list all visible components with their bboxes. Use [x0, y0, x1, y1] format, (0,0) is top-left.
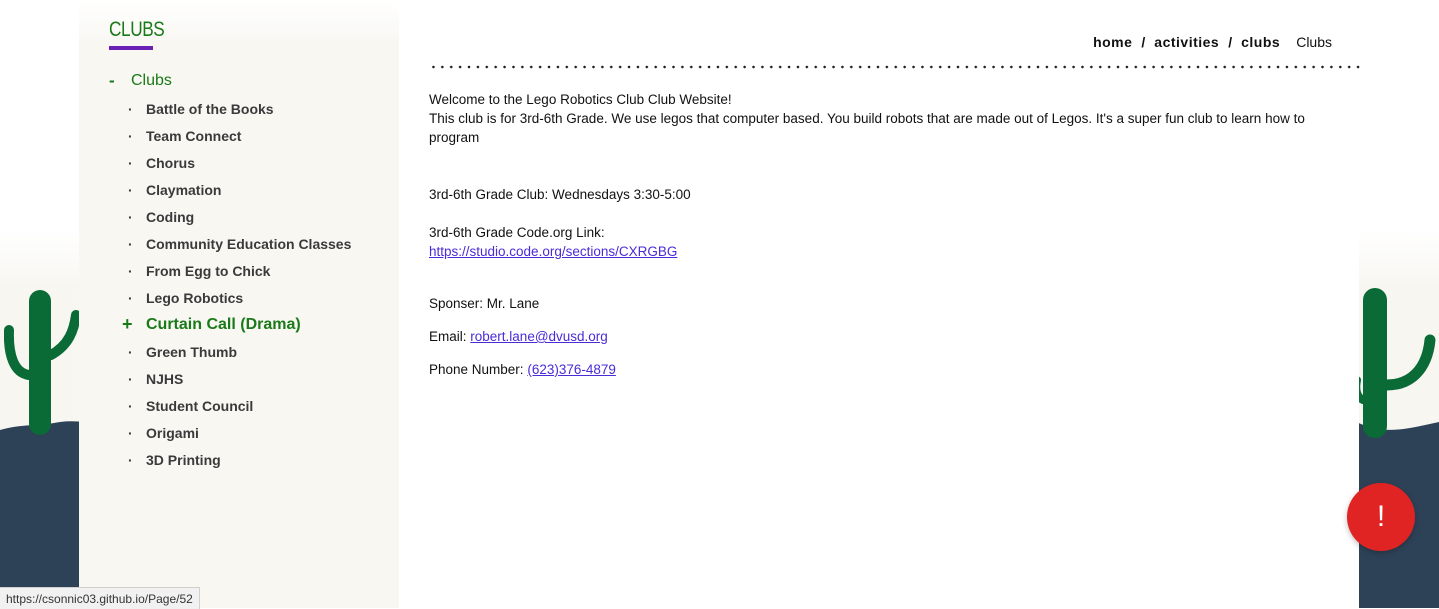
nav-item-label: Curtain Call (Drama) — [146, 315, 301, 333]
breadcrumb-activities[interactable]: activities — [1154, 34, 1219, 50]
description-text: This club is for 3rd-6th Grade. We use l… — [429, 111, 1305, 145]
collapse-toggle[interactable]: - — [109, 71, 131, 91]
nav-item-label: Battle of the Books — [146, 100, 274, 117]
status-bar-url: https://csonnic03.github.io/Page/52 — [0, 587, 200, 609]
bullet-icon: · — [128, 262, 133, 279]
breadcrumb-current: Clubs — [1296, 34, 1332, 50]
nav-item-community-education[interactable]: · Community Education Classes — [128, 230, 351, 257]
nav-item-3d-printing[interactable]: · 3D Printing — [128, 446, 351, 473]
bullet-icon: · — [128, 100, 133, 117]
nav-item-label: Chorus — [146, 154, 195, 171]
bullet-icon: · — [128, 451, 133, 468]
breadcrumb-clubs[interactable]: clubs — [1241, 34, 1280, 50]
expand-plus-icon[interactable]: + — [122, 314, 140, 335]
nav-item-origami[interactable]: · Origami — [128, 419, 351, 446]
nav-item-lego-robotics[interactable]: · Lego Robotics — [128, 284, 351, 311]
bullet-icon: · — [128, 343, 133, 360]
nav-item-chorus[interactable]: · Chorus — [128, 149, 351, 176]
bullet-icon: · — [128, 127, 133, 144]
nav-item-coding[interactable]: · Coding — [128, 203, 351, 230]
nav-item-battle-of-the-books[interactable]: · Battle of the Books — [128, 95, 351, 122]
nav-item-label: Student Council — [146, 397, 254, 414]
nav-item-curtain-call[interactable]: + Curtain Call (Drama) — [122, 311, 351, 338]
nav-item-label: NJHS — [146, 370, 184, 387]
nav-item-egg-to-chick[interactable]: · From Egg to Chick — [128, 257, 351, 284]
cactus-right-icon — [1355, 288, 1436, 438]
bullet-icon: · — [128, 397, 133, 414]
nav-item-team-connect[interactable]: · Team Connect — [128, 122, 351, 149]
nav-parent-label: Clubs — [131, 72, 172, 89]
exclamation-icon: ! — [1376, 500, 1386, 533]
email-label: Email: — [429, 329, 467, 344]
main-content: home / activities / clubs Clubs Welcome … — [399, 0, 1361, 608]
bullet-icon: · — [128, 235, 133, 252]
welcome-text: Welcome to the Lego Robotics Club Club W… — [429, 92, 732, 107]
dotted-divider — [429, 65, 1361, 69]
nav-item-label: Green Thumb — [146, 343, 238, 360]
code-link-label: 3rd-6th Grade Code.org Link: — [429, 225, 605, 240]
bullet-icon: · — [128, 154, 133, 171]
email-link[interactable]: robert.lane@dvusd.org — [470, 329, 608, 344]
breadcrumb-separator: / — [1141, 34, 1146, 50]
nav-item-label: Team Connect — [146, 127, 242, 144]
nav-item-label: Coding — [146, 208, 195, 225]
nav-item-njhs[interactable]: · NJHS — [128, 365, 351, 392]
alert-button[interactable]: ! — [1347, 483, 1415, 551]
nav-item-label: From Egg to Chick — [146, 262, 271, 279]
nav-item-label: Lego Robotics — [146, 289, 244, 306]
nav-item-claymation[interactable]: · Claymation — [128, 176, 351, 203]
article-body: Welcome to the Lego Robotics Club Club W… — [429, 90, 1329, 379]
nav-item-green-thumb[interactable]: · Green Thumb — [128, 338, 351, 365]
nav-item-label: Origami — [146, 424, 199, 441]
bullet-icon: · — [128, 370, 133, 387]
sidebar: CLUBS - Clubs · Battle of the Books · Team… — [79, 0, 399, 608]
breadcrumb-separator: / — [1228, 34, 1233, 50]
code-org-link[interactable]: https://studio.code.org/sections/CXRGBG — [429, 244, 677, 259]
cactus-left-icon — [4, 290, 81, 435]
nav-item-label: 3D Printing — [146, 451, 221, 468]
heading-underline — [109, 46, 153, 50]
sidebar-heading: CLUBS — [109, 18, 165, 41]
nav-parent-clubs[interactable]: - Clubs — [109, 71, 172, 91]
breadcrumb: home / activities / clubs Clubs — [1093, 34, 1332, 50]
bullet-icon: · — [128, 424, 133, 441]
sponsor-text: Sponser: Mr. Lane — [429, 296, 540, 311]
nav-list: · Battle of the Books · Team Connect · Chor… — [122, 95, 351, 473]
bullet-icon: · — [128, 289, 133, 306]
phone-link[interactable]: (623)376-4879 — [527, 362, 616, 377]
nav-item-student-council[interactable]: · Student Council — [128, 392, 351, 419]
nav-item-label: Community Education Classes — [146, 235, 352, 252]
phone-label: Phone Number: — [429, 362, 524, 377]
breadcrumb-home[interactable]: home — [1093, 34, 1132, 50]
bullet-icon: · — [128, 208, 133, 225]
bullet-icon: · — [128, 181, 133, 198]
schedule-text: 3rd-6th Grade Club: Wednesdays 3:30-5:00 — [429, 187, 691, 202]
nav-item-label: Claymation — [146, 181, 222, 198]
